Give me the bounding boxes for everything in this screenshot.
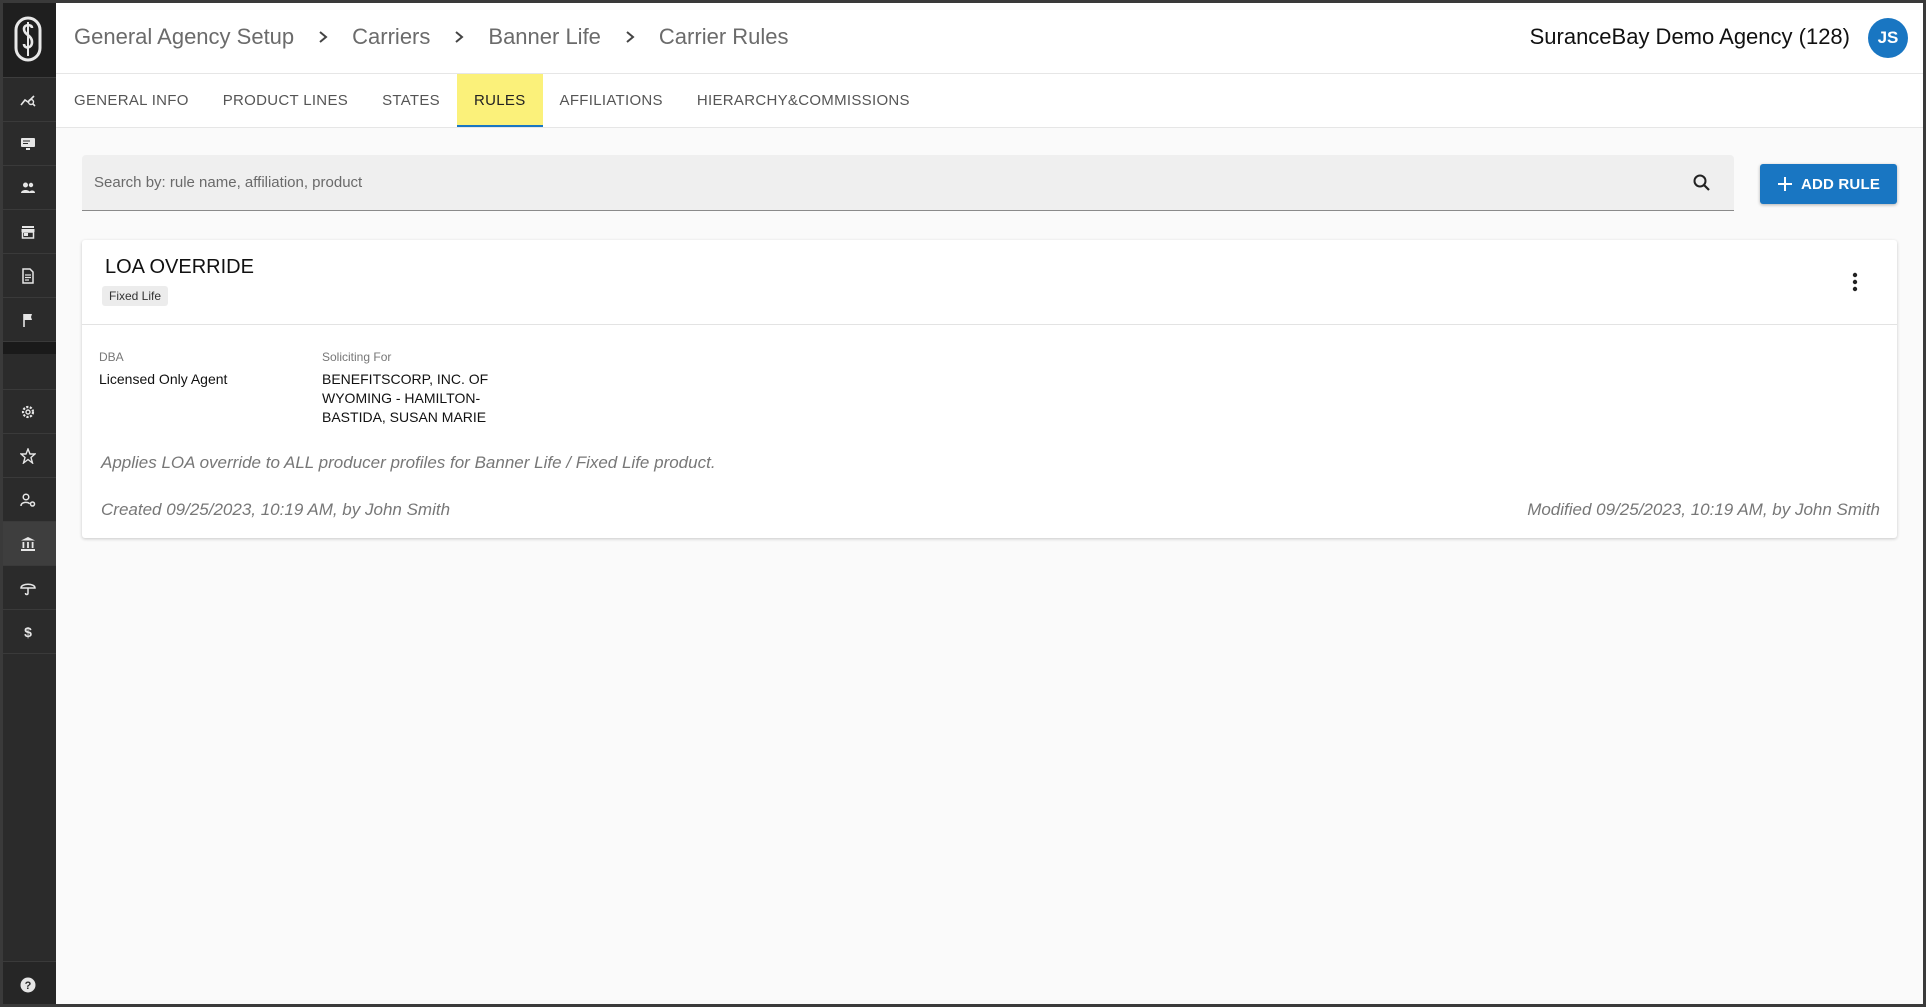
dba-field: DBA Licensed Only Agent (99, 350, 227, 389)
help-icon: ? (20, 977, 36, 992)
sidebar-item-flag[interactable] (0, 298, 56, 342)
search-input[interactable] (82, 155, 1734, 210)
more-options-button[interactable] (1845, 271, 1865, 293)
chevron-right-icon (316, 30, 330, 44)
breadcrumb-carrier-rules: Carrier Rules (658, 23, 789, 49)
umbrella-icon (20, 583, 36, 595)
rule-card: LOA OVERRIDE Fixed Life DBA Licensed Onl… (82, 240, 1897, 538)
rule-description: Applies LOA override to ALL producer pro… (101, 453, 716, 472)
flag-icon (23, 313, 32, 327)
sidebar: $ ? (0, 0, 56, 1007)
logo-icon (14, 16, 42, 61)
tab-general-info[interactable]: GENERAL INFO (74, 74, 206, 127)
app-logo[interactable] (0, 0, 56, 78)
add-rule-label: ADD RULE (1800, 175, 1881, 193)
tab-states[interactable]: STATES (365, 74, 457, 127)
plus-icon (1777, 177, 1792, 191)
svg-text:$: $ (24, 624, 32, 640)
rule-title: LOA OVERRIDE (105, 256, 254, 278)
breadcrumb-carriers[interactable]: Carriers (352, 24, 430, 50)
svg-text:?: ? (25, 980, 32, 992)
sidebar-bottom-group: $ (0, 390, 56, 654)
dba-label: DBA (99, 350, 124, 364)
soliciting-field: Soliciting For BENEFITSCORP, INC. OF WYO… (322, 350, 488, 427)
soliciting-value-line: BASTIDA, SUSAN MARIE (322, 409, 487, 425)
sidebar-spacer (0, 354, 56, 390)
gear-icon (21, 405, 35, 418)
tab-bar: GENERAL INFO PRODUCT LINES STATES RULES … (56, 74, 1926, 128)
modified-info: Modified 09/25/2023, 10:19 AM, by John S… (1527, 500, 1880, 519)
dba-value: Licensed Only Agent (99, 371, 228, 387)
soliciting-value-line: WYOMING - HAMILTON- (322, 390, 481, 406)
bank-icon (21, 536, 35, 551)
sidebar-item-analytics[interactable] (0, 78, 56, 122)
page-header: General Agency Setup Carriers Banner Lif… (56, 0, 1926, 74)
kebab-menu-icon (1852, 272, 1858, 292)
sidebar-item-insurance[interactable] (0, 566, 56, 610)
sidebar-item-monitor[interactable] (0, 122, 56, 166)
help-button[interactable]: ? (0, 961, 56, 1007)
star-badge-icon (20, 447, 36, 464)
chevron-right-icon (452, 30, 466, 44)
soliciting-label: Soliciting For (322, 350, 392, 364)
dollar-icon: $ (24, 624, 32, 640)
sidebar-item-badges[interactable] (0, 434, 56, 478)
tab-product-lines[interactable]: PRODUCT LINES (206, 74, 365, 127)
people-icon (21, 182, 35, 193)
rule-card-header: LOA OVERRIDE Fixed Life (82, 240, 1897, 325)
store-icon (21, 225, 35, 239)
product-chip: Fixed Life (102, 286, 169, 306)
sidebar-item-commissions[interactable]: $ (0, 610, 56, 654)
sidebar-top-group (0, 78, 56, 342)
avatar[interactable]: JS (1868, 18, 1908, 58)
chevron-right-icon (623, 30, 637, 44)
agency-name: SuranceBay Demo Agency (128) (1529, 24, 1850, 49)
monitor-icon (21, 137, 35, 150)
sidebar-item-store[interactable] (0, 210, 56, 254)
sidebar-divider (0, 342, 56, 354)
tab-hierarchy-commissions[interactable]: HIERARCHY&COMMISSIONS (680, 74, 927, 127)
document-icon (22, 267, 34, 284)
tab-affiliations[interactable]: AFFILIATIONS (543, 74, 680, 127)
sidebar-item-carriers[interactable] (0, 522, 56, 566)
sidebar-item-documents[interactable] (0, 254, 56, 298)
sidebar-item-people[interactable] (0, 166, 56, 210)
analytics-icon (20, 94, 36, 107)
sidebar-item-user-settings[interactable] (0, 478, 56, 522)
created-info: Created 09/25/2023, 10:19 AM, by John Sm… (101, 500, 451, 519)
soliciting-value-line: BENEFITSCORP, INC. OF (322, 371, 489, 387)
tab-rules[interactable]: RULES (456, 74, 543, 127)
search-icon[interactable] (1692, 173, 1712, 193)
add-rule-button[interactable]: ADD RULE (1760, 164, 1897, 204)
breadcrumb-banner-life[interactable]: Banner Life (488, 24, 601, 50)
user-settings-icon (20, 492, 36, 507)
breadcrumb-general-agency-setup[interactable]: General Agency Setup (74, 24, 294, 50)
search-box (82, 155, 1734, 211)
sidebar-item-settings[interactable] (0, 390, 56, 434)
